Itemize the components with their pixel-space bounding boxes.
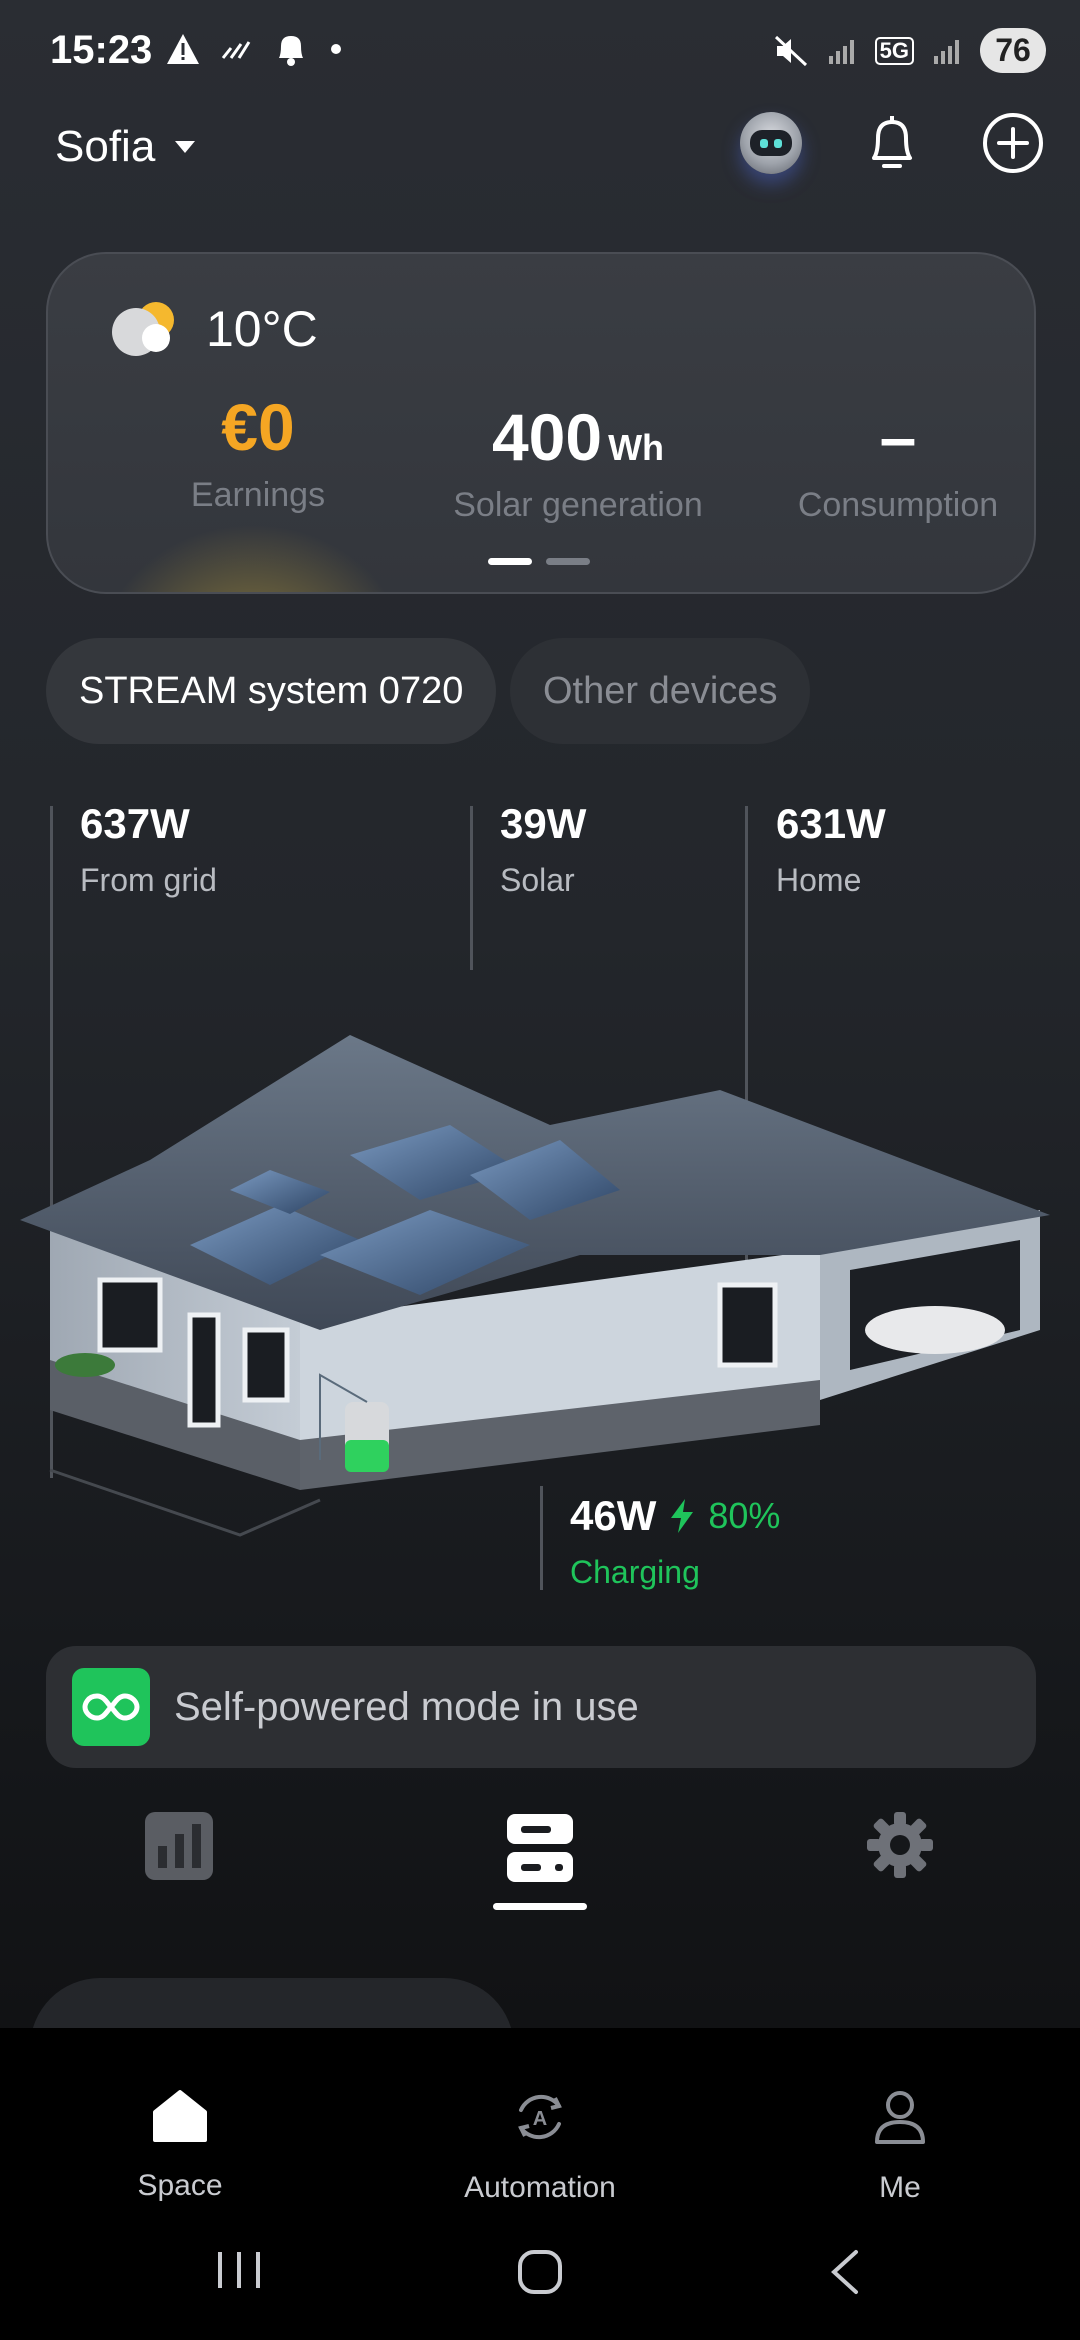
header-actions: [740, 112, 1044, 174]
home-value: 631W: [776, 800, 886, 847]
page-indicator: [488, 558, 590, 565]
bar-chart-icon[interactable]: [145, 1812, 213, 1880]
grid-label: From grid: [80, 862, 217, 898]
nav-space-label: Space: [137, 2169, 223, 2202]
status-left-icons: [165, 30, 343, 68]
solar-generation-stat: 400 Wh Solar generation: [408, 404, 748, 525]
home-label: Home: [776, 862, 862, 898]
solar-generation-label: Solar generation: [453, 486, 703, 524]
window: [97, 1277, 163, 1353]
battery-flow-line: [540, 1486, 543, 1590]
location-name: Sofia: [55, 122, 156, 171]
solar-flow-line: [470, 806, 473, 970]
battery-status: Charging: [570, 1554, 700, 1590]
bell-icon[interactable]: [862, 112, 922, 174]
weather-row: 10°C: [106, 298, 318, 360]
home-icon: [153, 2090, 207, 2142]
location-selector[interactable]: Sofia: [55, 122, 197, 172]
home-button-icon[interactable]: [516, 2248, 564, 2296]
solar-label: Solar: [500, 862, 575, 898]
consumption-label: Consumption: [797, 486, 999, 524]
status-right-icons: 5G 76: [773, 28, 1046, 73]
nav-automation-label: Automation: [464, 2171, 616, 2204]
automation-icon: A: [518, 2094, 562, 2140]
status-time: 15:23: [50, 28, 153, 72]
consumption-stat: – Consumption: [748, 400, 1034, 525]
page-dot: [546, 558, 590, 565]
partly-cloudy-icon: [112, 302, 174, 356]
battery-percent: 80%: [708, 1495, 781, 1536]
nav-me[interactable]: Me: [750, 2088, 1050, 2205]
tab-stream-system[interactable]: STREAM system 0720: [46, 638, 497, 744]
warning-icon: [167, 34, 199, 64]
settings-gear-icon[interactable]: [865, 1810, 935, 1880]
grid-stat[interactable]: 637W From grid: [80, 800, 217, 899]
svg-text:A: A: [533, 2108, 547, 2130]
mute-icon: [774, 35, 807, 66]
earnings-label: Earnings: [190, 476, 326, 514]
signal-icon-2: [934, 39, 959, 64]
battery-indicator: 76: [980, 28, 1046, 73]
temperature: 10°C: [206, 301, 318, 357]
chevron-down-icon: [175, 141, 196, 153]
active-tab-indicator: [493, 1903, 587, 1910]
signal-icon: [828, 39, 854, 64]
battery-stat[interactable]: 46W 80% Charging: [570, 1492, 780, 1591]
notification-bell-icon: [279, 36, 303, 66]
assistant-robot-icon[interactable]: [740, 112, 802, 174]
page-dot-active: [488, 558, 532, 565]
door: [187, 1312, 221, 1428]
grid-value: 637W: [80, 800, 190, 847]
dot-icon: [331, 44, 341, 54]
solar-generation-unit: Wh: [608, 427, 665, 468]
nav-automation[interactable]: A Automation: [390, 2088, 690, 2205]
mode-text: Self-powered mode in use: [174, 1684, 639, 1729]
network-5g-icon: 5G: [874, 36, 914, 65]
consumption-value: –: [879, 400, 917, 474]
back-icon[interactable]: [826, 2248, 862, 2296]
lightning-icon: [671, 1499, 694, 1533]
bottom-navigation: Space A Automation Me: [0, 2028, 1080, 2340]
device-stack-icon[interactable]: [505, 1812, 575, 1884]
self-powered-mode-banner[interactable]: Self-powered mode in use: [46, 1646, 1036, 1768]
nav-me-label: Me: [879, 2171, 921, 2204]
infinity-icon: [72, 1668, 150, 1746]
solar-generation-value: 400: [491, 400, 603, 474]
solar-value: 39W: [500, 800, 587, 847]
home-battery: [345, 1402, 389, 1472]
solar-stat[interactable]: 39W Solar: [500, 800, 586, 899]
battery-power-value: 46W: [570, 1492, 657, 1539]
status-bar: 15:23 5G 76: [0, 0, 1080, 100]
person-icon: [875, 2091, 925, 2144]
window: [717, 1282, 778, 1368]
earnings-stat: €0 Earnings: [98, 394, 418, 515]
recent-apps-icon[interactable]: [214, 2248, 264, 2292]
no-signal-icon: [221, 41, 251, 59]
add-circle-icon[interactable]: [982, 112, 1044, 174]
house-illustration[interactable]: [20, 1030, 1060, 1550]
card-glow: [88, 514, 418, 592]
solar-generation-value-row: 400 Wh: [408, 404, 748, 470]
tab-other-devices[interactable]: Other devices: [510, 638, 811, 744]
nav-space[interactable]: Space: [30, 2088, 330, 2203]
home-stat[interactable]: 631W Home: [776, 800, 886, 899]
earnings-value: €0: [221, 390, 295, 464]
window: [242, 1327, 290, 1403]
summary-card[interactable]: 10°C €0 Earnings 400 Wh Solar generation …: [46, 252, 1036, 594]
car: [865, 1306, 1005, 1354]
battery-value-row: 46W 80%: [570, 1492, 780, 1540]
